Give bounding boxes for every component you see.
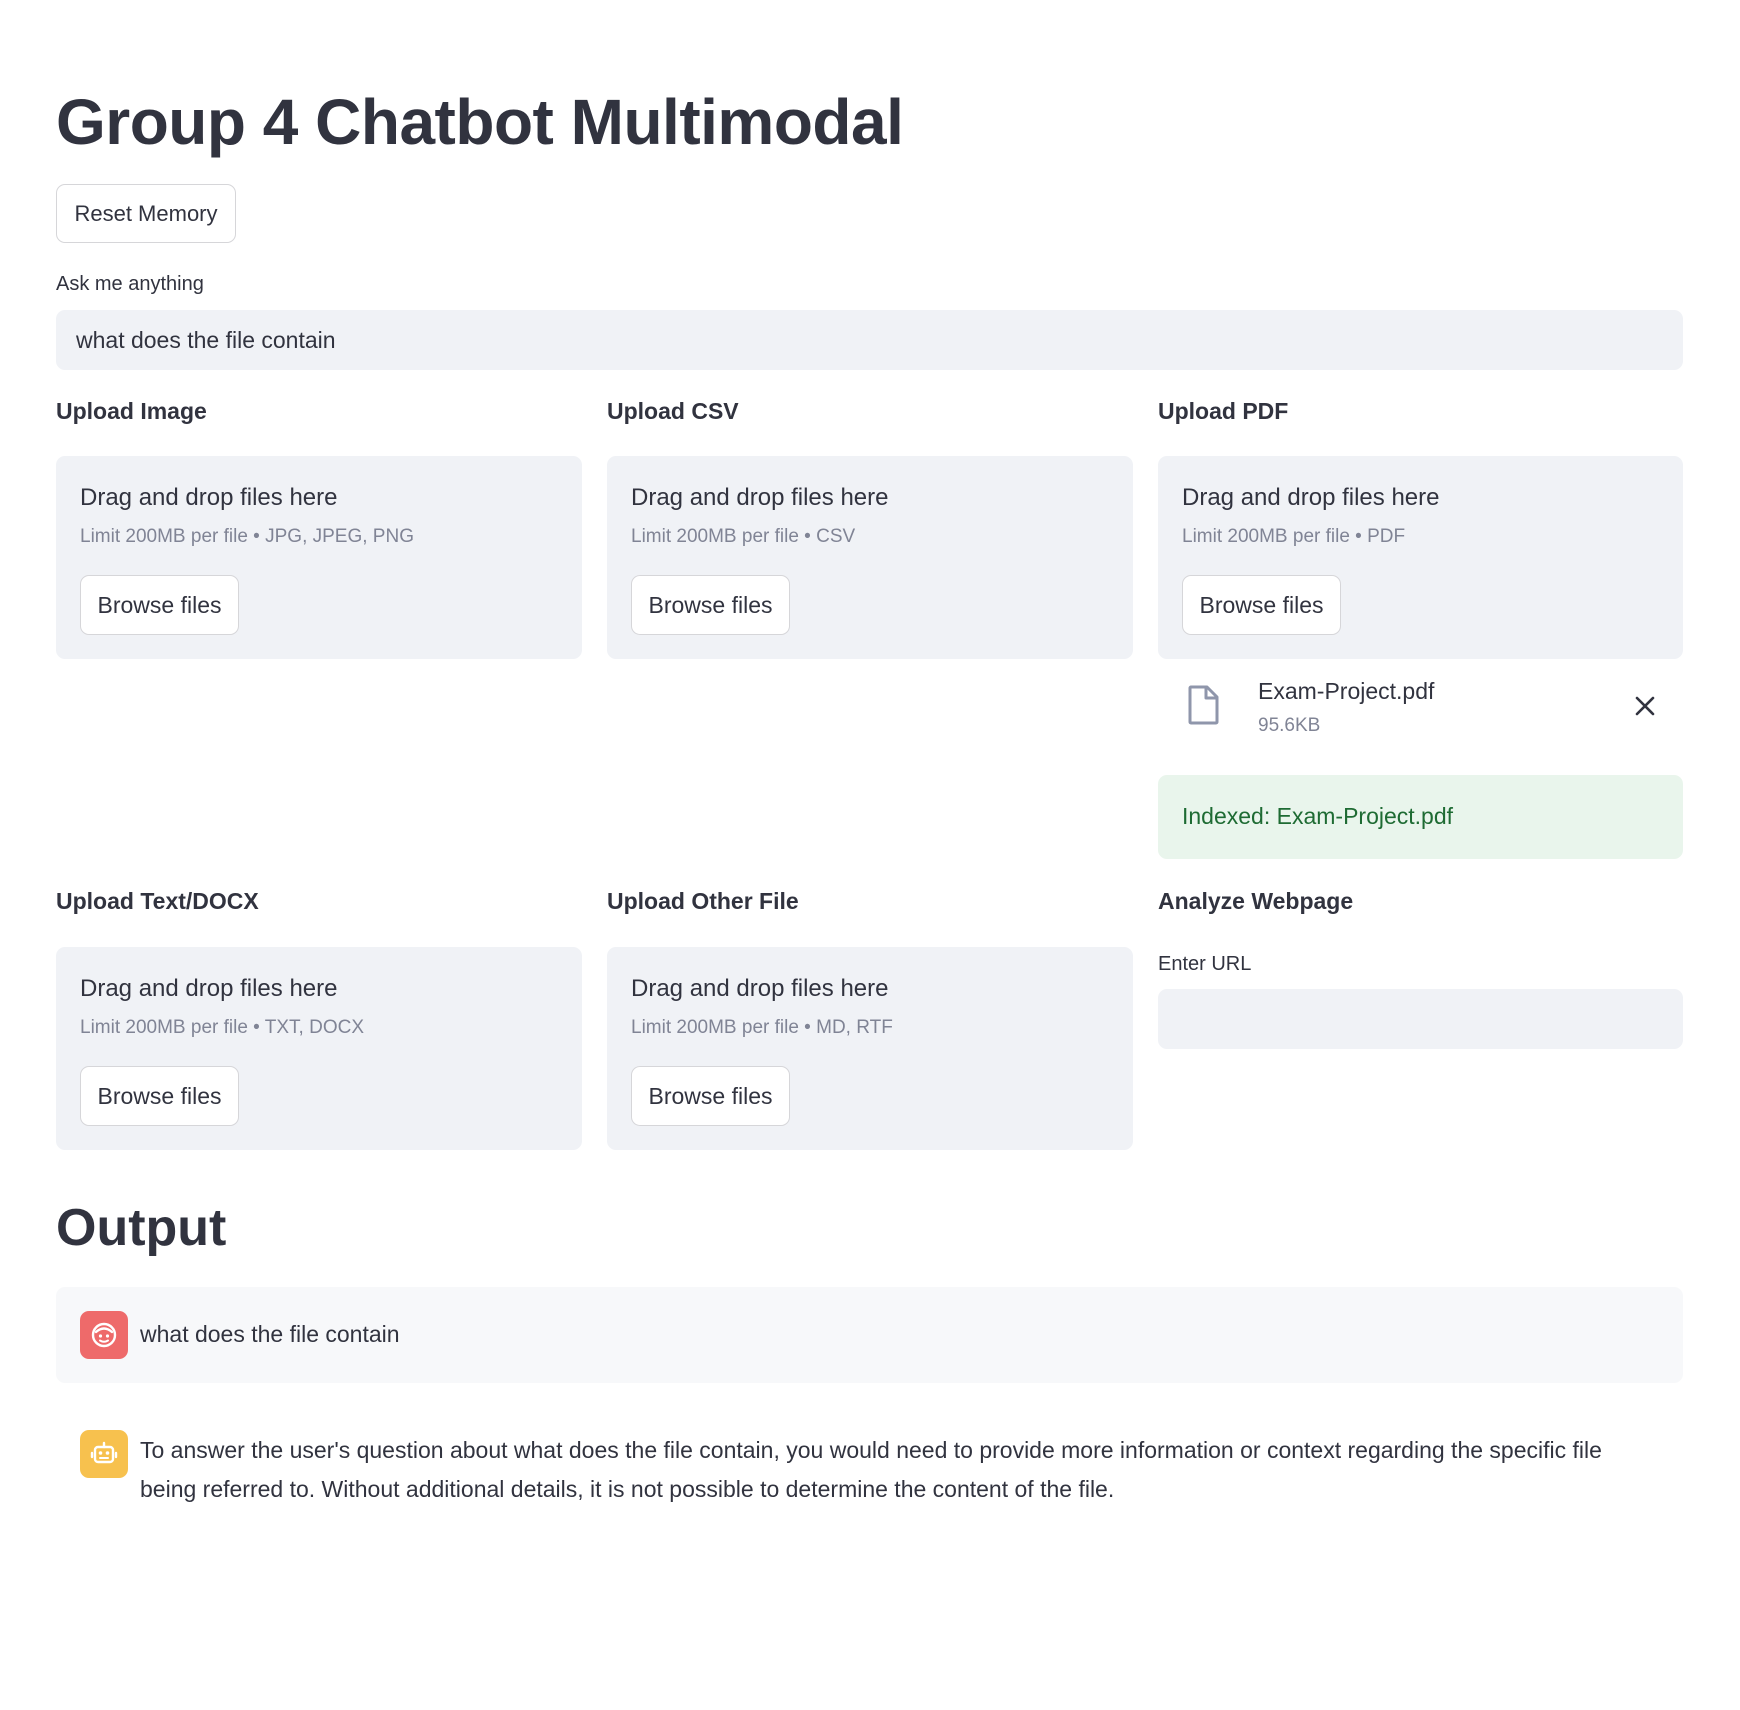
query-input[interactable] xyxy=(56,310,1683,370)
success-alert: Indexed: Exam-Project.pdf xyxy=(1158,775,1683,859)
upload-other-heading: Upload Other File xyxy=(607,888,799,914)
upload-text-docx-heading: Upload Text/DOCX xyxy=(56,888,259,914)
dropzone-title: Drag and drop files here xyxy=(1182,484,1440,511)
dropzone-limit: Limit 200MB per file • MD, RTF xyxy=(631,1017,893,1038)
browse-files-button[interactable]: Browse files xyxy=(80,575,239,635)
query-label: Ask me anything xyxy=(56,273,204,295)
browse-files-button[interactable]: Browse files xyxy=(631,1066,790,1126)
upload-csv-heading: Upload CSV xyxy=(607,398,739,424)
robot-icon xyxy=(80,1430,128,1478)
success-message: Indexed: Exam-Project.pdf xyxy=(1182,803,1454,829)
browse-files-button[interactable]: Browse files xyxy=(631,575,790,635)
page-title: Group 4 Chatbot Multimodal xyxy=(56,86,904,158)
output-heading: Output xyxy=(56,1199,227,1257)
upload-pdf-heading: Upload PDF xyxy=(1158,398,1289,424)
browse-files-button[interactable]: Browse files xyxy=(80,1066,239,1126)
chat-message-user: what does the file contain xyxy=(56,1287,1683,1383)
uploaded-file-row: Exam-Project.pdf 95.6KB xyxy=(1158,664,1683,740)
close-icon[interactable] xyxy=(1633,694,1657,718)
upload-image-heading: Upload Image xyxy=(56,398,207,424)
reset-memory-button[interactable]: Reset Memory xyxy=(56,184,236,243)
url-label: Enter URL xyxy=(1158,953,1252,975)
analyze-webpage-heading: Analyze Webpage xyxy=(1158,888,1354,914)
file-icon xyxy=(1186,684,1222,726)
dropzone-limit: Limit 200MB per file • TXT, DOCX xyxy=(80,1017,364,1038)
dropzone-title: Drag and drop files here xyxy=(631,484,889,511)
assistant-message-text: To answer the user's question about what… xyxy=(140,1437,1602,1502)
other-file-dropzone[interactable]: Drag and drop files here Limit 200MB per… xyxy=(607,947,1133,1150)
dropzone-title: Drag and drop files here xyxy=(80,484,338,511)
uploaded-file-size: 95.6KB xyxy=(1258,715,1321,736)
csv-dropzone[interactable]: Drag and drop files here Limit 200MB per… xyxy=(607,456,1133,659)
dropzone-limit: Limit 200MB per file • PDF xyxy=(1182,526,1406,547)
dropzone-limit: Limit 200MB per file • CSV xyxy=(631,526,856,547)
url-input[interactable] xyxy=(1158,989,1683,1049)
pdf-dropzone[interactable]: Drag and drop files here Limit 200MB per… xyxy=(1158,456,1683,659)
dropzone-limit: Limit 200MB per file • JPG, JPEG, PNG xyxy=(80,526,414,547)
browse-files-button[interactable]: Browse files xyxy=(1182,575,1341,635)
dropzone-title: Drag and drop files here xyxy=(631,975,889,1002)
dropzone-title: Drag and drop files here xyxy=(80,975,338,1002)
image-dropzone[interactable]: Drag and drop files here Limit 200MB per… xyxy=(56,456,582,659)
text-docx-dropzone[interactable]: Drag and drop files here Limit 200MB per… xyxy=(56,947,582,1150)
user-face-icon xyxy=(80,1311,128,1359)
user-message-text: what does the file contain xyxy=(140,1321,400,1347)
uploaded-file-name: Exam-Project.pdf xyxy=(1258,678,1435,704)
